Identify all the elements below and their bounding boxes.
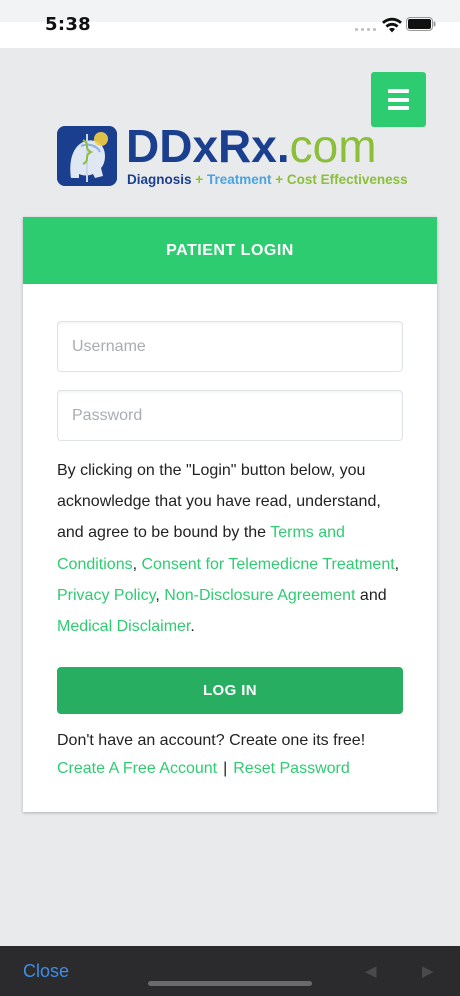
username-input[interactable] xyxy=(57,321,403,372)
privacy-policy-link[interactable]: Privacy Policy xyxy=(57,587,155,604)
site-logo[interactable]: DDxRx.com Diagnosis + Treatment + Cost E… xyxy=(57,120,408,188)
signal-icon xyxy=(355,23,377,31)
login-button[interactable]: LOG IN xyxy=(57,667,403,714)
status-time: 5:38 xyxy=(45,14,91,35)
home-indicator[interactable] xyxy=(148,981,312,986)
login-card: PATIENT LOGIN By clicking on the "Login"… xyxy=(23,217,437,812)
back-arrow-icon[interactable]: ◀ xyxy=(365,962,377,980)
create-account-link[interactable]: Create A Free Account xyxy=(57,760,217,777)
consent-link[interactable]: Consent for Telemedicne Treatment xyxy=(142,556,395,573)
reset-password-link[interactable]: Reset Password xyxy=(233,760,350,777)
logo-wordmark: DDxRx.com xyxy=(126,120,377,172)
battery-icon xyxy=(406,17,436,31)
no-account-text: Don't have an account? Create one its fr… xyxy=(57,732,366,749)
forward-arrow-icon[interactable]: ▶ xyxy=(422,962,434,980)
medical-disclaimer-link[interactable]: Medical Disclaimer xyxy=(57,618,190,635)
menu-button[interactable] xyxy=(371,72,426,127)
link-separator: | xyxy=(223,760,228,777)
bottom-toolbar: Close ◀ ▶ xyxy=(0,946,460,996)
logo-tagline: Diagnosis + Treatment + Cost Effectivene… xyxy=(127,172,408,187)
password-input[interactable] xyxy=(57,390,403,441)
status-bar: 5:38 xyxy=(0,0,460,48)
close-button[interactable]: Close xyxy=(23,961,69,982)
wifi-icon xyxy=(382,17,402,33)
logo-mark xyxy=(57,126,117,186)
account-links: Create A Free Account | Reset Password xyxy=(57,760,350,778)
nda-link[interactable]: Non-Disclosure Agreement xyxy=(164,587,355,604)
agreement-text: By clicking on the "Login" button below,… xyxy=(57,462,400,636)
login-card-title: PATIENT LOGIN xyxy=(23,217,437,284)
